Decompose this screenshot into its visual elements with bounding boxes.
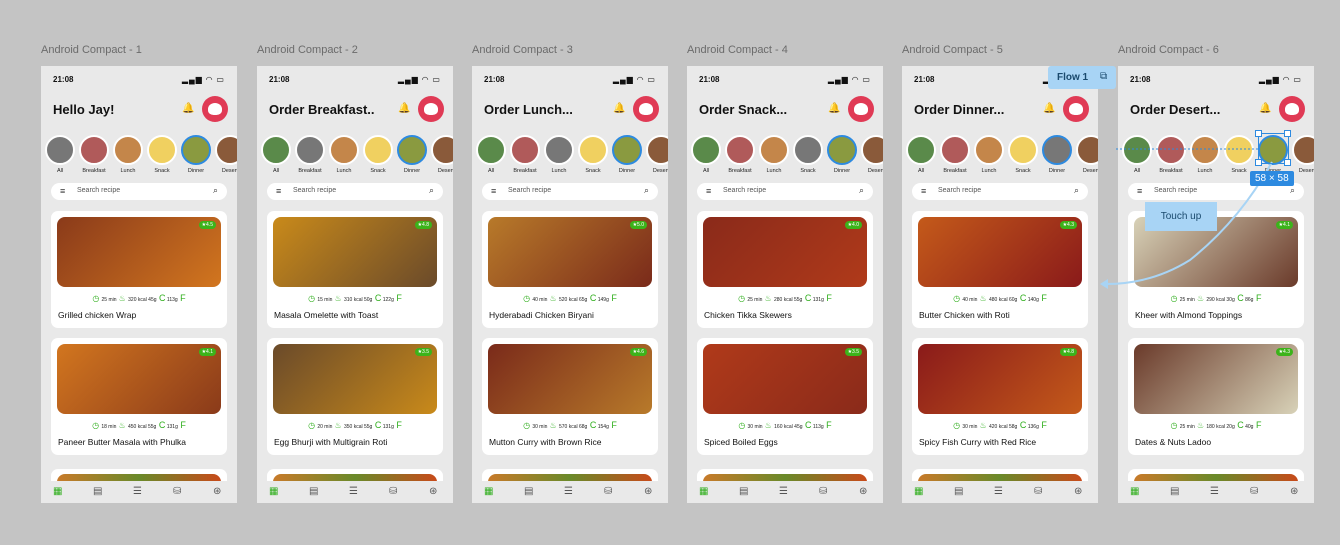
prototype-connection: [1100, 148, 1273, 289]
resize-handle[interactable]: [1284, 159, 1291, 166]
resize-handle[interactable]: [1255, 159, 1262, 166]
resize-handle[interactable]: [1284, 130, 1291, 137]
touch-up-trigger[interactable]: Touch up: [1145, 202, 1217, 231]
size-tag: 58 × 58: [1250, 171, 1294, 186]
arrow-head: [1100, 279, 1108, 289]
resize-handle[interactable]: [1255, 130, 1262, 137]
